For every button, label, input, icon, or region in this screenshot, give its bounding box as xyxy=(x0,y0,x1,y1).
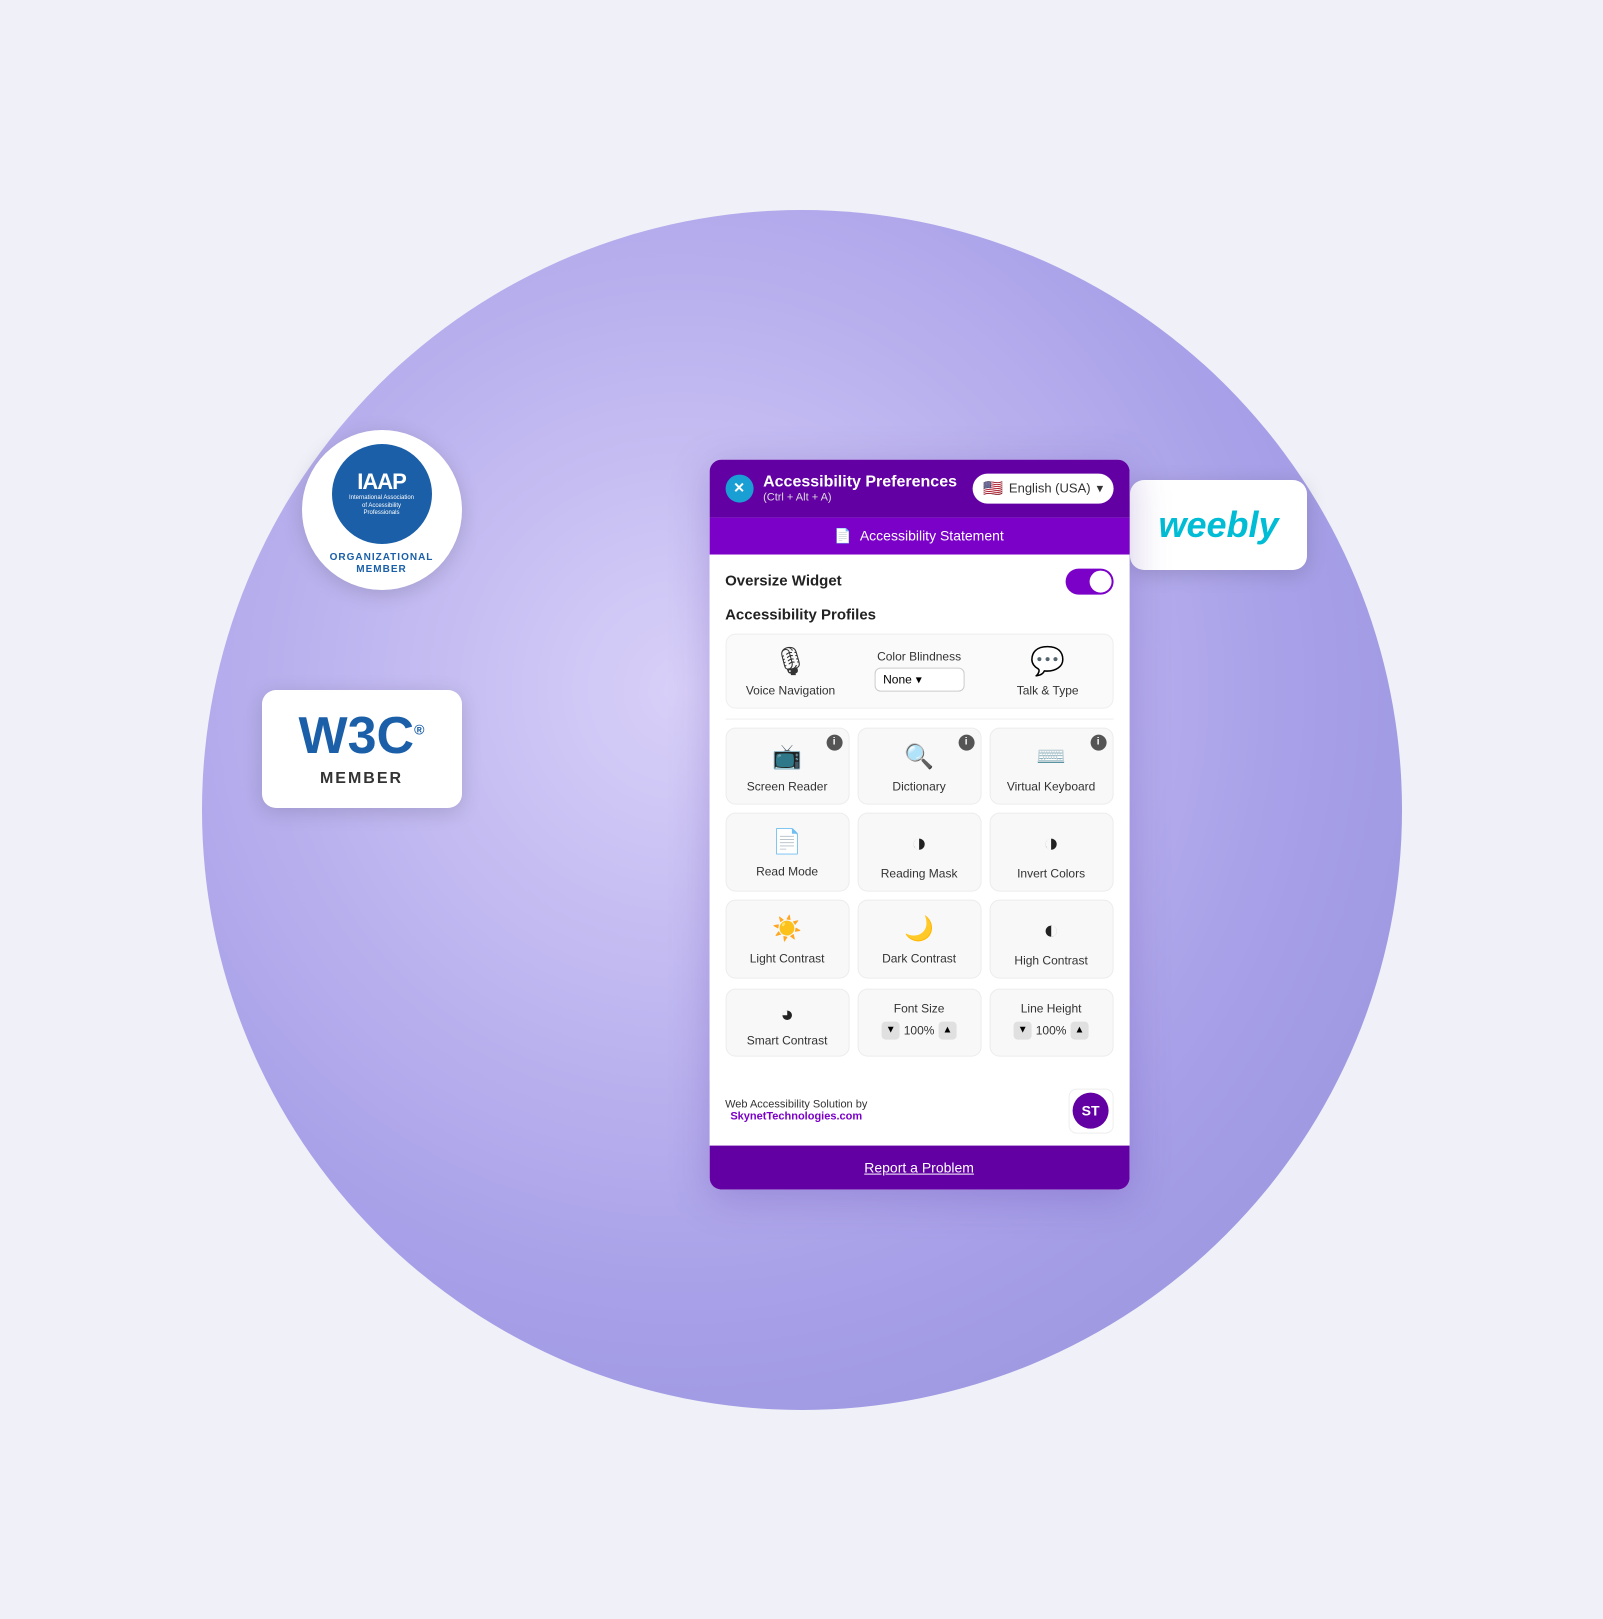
smart-contrast-label: Smart Contrast xyxy=(747,1033,828,1047)
profiles-label: Accessibility Profiles xyxy=(725,606,1113,623)
oversize-widget-toggle[interactable] xyxy=(1065,568,1113,594)
circle-background: IAAP International Association of Access… xyxy=(202,210,1402,1410)
widget-body: Oversize Widget Accessibility Profiles 🎙… xyxy=(709,554,1129,1080)
iaap-subtitle: International Association of Accessibili… xyxy=(347,495,417,518)
virtual-keyboard-label: Virtual Keyboard xyxy=(1007,779,1096,793)
toggle-knob xyxy=(1089,570,1111,592)
line-height-increase[interactable]: ▲ xyxy=(1070,1021,1088,1039)
weebly-text: weebly xyxy=(1158,504,1278,546)
voice-navigation-label: Voice Navigation xyxy=(746,683,835,697)
high-contrast-icon: ◐ xyxy=(1043,914,1059,945)
smart-contrast-icon: ◕ xyxy=(780,1001,793,1027)
light-contrast-label: Light Contrast xyxy=(750,951,825,965)
w3c-member-label: MEMBER xyxy=(320,770,403,788)
flag-icon: 🇺🇸 xyxy=(983,478,1003,498)
footer-link[interactable]: SkynetTechnologies.com xyxy=(730,1111,862,1123)
info-badge: i xyxy=(1090,734,1106,750)
talk-and-type-icon: 💬 xyxy=(1030,644,1065,677)
line-height-value: 100% xyxy=(1036,1023,1067,1037)
screen-reader-tile[interactable]: i 📺 Screen Reader xyxy=(725,727,849,804)
color-blindness-title: Color Blindness xyxy=(877,650,961,664)
invert-colors-label: Invert Colors xyxy=(1017,866,1085,880)
dictionary-label: Dictionary xyxy=(892,779,945,793)
dark-contrast-icon: 🌙 xyxy=(904,914,934,943)
font-size-label: Font Size xyxy=(894,1001,945,1015)
top-features-row: 🎙 Voice Navigation Color Blindness None … xyxy=(725,633,1113,708)
w3c-title: W3C® xyxy=(299,710,425,762)
line-height-label: Line Height xyxy=(1021,1001,1082,1015)
font-size-tile: Font Size ▼ 100% ▲ xyxy=(857,988,981,1056)
divider xyxy=(725,718,1113,719)
language-label: English (USA) xyxy=(1009,481,1091,496)
statement-label: Accessibility Statement xyxy=(860,528,1004,544)
footer-text: Web Accessibility Solution by SkynetTech… xyxy=(725,1099,867,1123)
bottom-controls-row: ◕ Smart Contrast Font Size ▼ 100% ▲ Line… xyxy=(725,988,1113,1056)
screen-reader-label: Screen Reader xyxy=(747,779,828,793)
reading-mask-label: Reading Mask xyxy=(881,866,958,880)
font-size-increase[interactable]: ▲ xyxy=(938,1021,956,1039)
widget-shortcut: (Ctrl + Alt + A) xyxy=(763,491,957,503)
high-contrast-label: High Contrast xyxy=(1014,953,1087,967)
weebly-badge: weebly xyxy=(1130,480,1306,570)
statement-icon: 📄 xyxy=(834,527,851,544)
chevron-down-icon: ▾ xyxy=(1097,480,1104,496)
dark-contrast-tile[interactable]: 🌙 Dark Contrast xyxy=(857,899,981,978)
language-selector[interactable]: 🇺🇸 English (USA) ▾ xyxy=(973,473,1113,503)
accessibility-widget-panel: ✕ Accessibility Preferences (Ctrl + Alt … xyxy=(709,459,1129,1189)
virtual-keyboard-icon: ⌨️ xyxy=(1036,742,1066,771)
talk-and-type-item[interactable]: 💬 Talk & Type xyxy=(989,644,1106,697)
screen-reader-icon: 📺 xyxy=(772,742,802,771)
iaap-badge: IAAP International Association of Access… xyxy=(302,430,462,590)
widget-header: ✕ Accessibility Preferences (Ctrl + Alt … xyxy=(709,459,1129,517)
talk-and-type-label: Talk & Type xyxy=(1017,683,1079,697)
reading-mask-icon: ◑ xyxy=(911,827,927,858)
color-blindness-select[interactable]: None ▾ xyxy=(874,668,964,692)
widget-title: Accessibility Preferences xyxy=(763,473,957,491)
font-size-value: 100% xyxy=(904,1023,935,1037)
line-height-tile: Line Height ▼ 100% ▲ xyxy=(989,988,1113,1056)
select-arrow-icon: ▾ xyxy=(916,673,922,687)
voice-navigation-item[interactable]: 🎙 Voice Navigation xyxy=(732,644,849,697)
reading-mask-tile[interactable]: ◑ Reading Mask xyxy=(857,812,981,891)
line-height-decrease[interactable]: ▼ xyxy=(1014,1021,1032,1039)
dark-contrast-label: Dark Contrast xyxy=(882,951,956,965)
oversize-widget-row: Oversize Widget xyxy=(725,568,1113,594)
footer-logo: ST xyxy=(1068,1088,1113,1133)
read-mode-icon: 📄 xyxy=(772,827,802,856)
iaap-title: IAAP xyxy=(357,469,406,495)
skynet-logo-icon: ST xyxy=(1073,1093,1109,1129)
oversize-widget-label: Oversize Widget xyxy=(725,573,842,590)
light-contrast-icon: ☀️ xyxy=(772,914,802,943)
read-mode-label: Read Mode xyxy=(756,864,818,878)
close-button[interactable]: ✕ xyxy=(725,474,753,502)
color-blindness-area: Color Blindness None ▾ xyxy=(849,650,989,692)
invert-colors-icon: ◑ xyxy=(1043,827,1059,858)
read-mode-tile[interactable]: 📄 Read Mode xyxy=(725,812,849,891)
report-problem-button[interactable]: Report a Problem xyxy=(709,1145,1129,1189)
voice-navigation-icon: 🎙 xyxy=(773,644,809,677)
high-contrast-tile[interactable]: ◐ High Contrast xyxy=(989,899,1113,978)
color-blindness-value: None xyxy=(883,673,912,687)
info-badge: i xyxy=(826,734,842,750)
info-badge: i xyxy=(958,734,974,750)
widget-footer: Web Accessibility Solution by SkynetTech… xyxy=(709,1080,1129,1145)
font-size-decrease[interactable]: ▼ xyxy=(882,1021,900,1039)
smart-contrast-tile[interactable]: ◕ Smart Contrast xyxy=(725,988,849,1056)
features-grid: i 📺 Screen Reader i 🔍 Dictionary i ⌨️ Vi… xyxy=(725,727,1113,978)
iaap-org-member: ORGANIZATIONALMEMBER xyxy=(330,552,434,576)
dictionary-icon: 🔍 xyxy=(904,742,934,771)
dictionary-tile[interactable]: i 🔍 Dictionary xyxy=(857,727,981,804)
virtual-keyboard-tile[interactable]: i ⌨️ Virtual Keyboard xyxy=(989,727,1113,804)
invert-colors-tile[interactable]: ◑ Invert Colors xyxy=(989,812,1113,891)
light-contrast-tile[interactable]: ☀️ Light Contrast xyxy=(725,899,849,978)
w3c-badge: W3C® MEMBER xyxy=(262,690,462,808)
accessibility-statement-bar[interactable]: 📄 Accessibility Statement xyxy=(709,517,1129,554)
